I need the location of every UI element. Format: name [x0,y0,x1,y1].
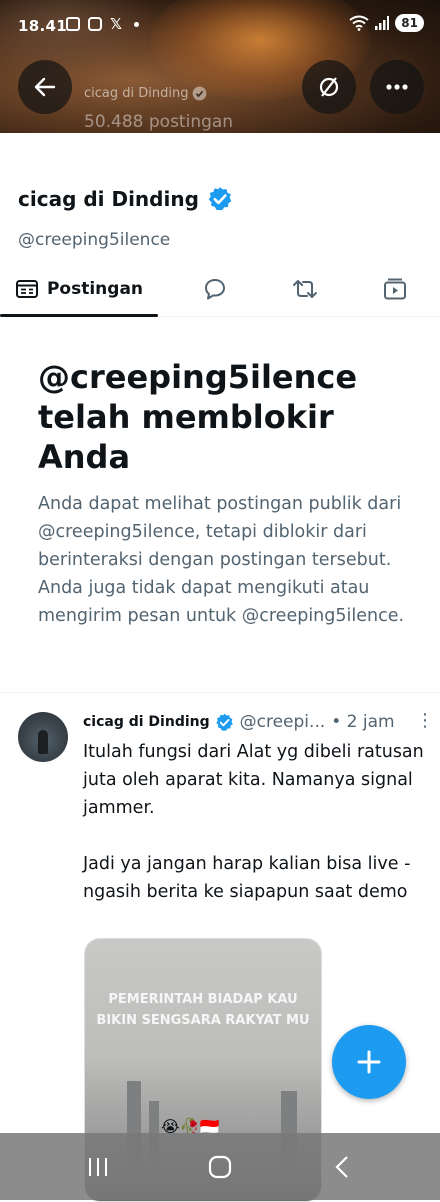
avatar-figure [38,730,48,754]
status-time: 18.41 [18,17,67,35]
tab-media[interactable] [376,262,414,316]
x-app-icon: 𝕏 [110,15,123,33]
recent-apps-button[interactable] [58,1133,138,1200]
tab-posts[interactable]: Postingan [0,262,158,317]
tweet-more-button[interactable]: ⋮ [416,710,434,731]
active-tab-indicator [0,314,158,317]
profile-handle: @creeping5ilence [18,230,171,250]
verified-badge-icon [208,187,232,211]
profile-name-text: cicag di Dinding [18,187,199,211]
notification-dot-icon [134,21,140,27]
verified-badge-icon [215,713,233,731]
profile-name: cicag di Dinding [18,186,233,212]
back-button[interactable] [18,60,72,114]
header-post-count: 50.488 postingan [84,112,234,132]
screenshot-icon [66,17,80,31]
system-nav-bar [0,1133,440,1200]
verified-badge-icon [193,86,207,101]
notifications-off-icon [319,77,339,97]
home-button[interactable] [180,1133,260,1200]
reply-icon [205,279,225,300]
more-horizontal-icon [386,84,408,90]
media-icon [384,278,406,300]
plus-icon [357,1050,381,1074]
battery-indicator: 81 [395,14,424,32]
notifications-off-button[interactable] [302,60,356,114]
tweet-author-name[interactable]: cicag di Dinding [83,714,210,730]
header-profile-name: cicag di Dinding [84,86,207,101]
blocked-description: Anda dapat melihat postingan publik dari… [38,494,405,626]
media-caption: PEMERINTAH BIADAP KAU BIKIN SENGSARA RAK… [96,992,310,1028]
status-notification-icons: 𝕏 [66,15,140,33]
tweet-author-handle[interactable]: @creepi... [240,712,326,732]
tweet-text: Itulah fungsi dari Alat yg dibeli ratusa… [83,742,424,902]
tab-reposts[interactable] [286,262,324,316]
blocked-title: @creeping5ilence telah memblokir Anda [38,358,358,476]
tab-posts-label: Postingan [46,279,144,299]
tweet-timestamp[interactable]: • 2 jam [331,712,394,732]
wifi-icon [349,15,369,31]
signal-icon [375,16,390,30]
recent-apps-icon [89,1157,107,1176]
arrow-left-icon [34,77,56,97]
repost-icon [293,280,317,298]
header-name-text: cicag di Dinding [84,86,189,101]
tweet-header: cicag di Dinding @creepi... • 2 jam ⋮ [83,710,434,732]
home-icon [208,1155,232,1178]
posts-icon [15,280,38,298]
divider [0,692,440,693]
compose-button[interactable] [332,1025,406,1099]
status-right: 81 [349,14,424,32]
avatar[interactable] [18,712,68,762]
profile-tabs: Postingan [0,262,440,317]
chevron-left-icon [335,1155,348,1178]
more-options-button[interactable] [370,60,424,114]
status-bar: 18.41 𝕏 81 [0,0,440,56]
tab-replies[interactable] [196,262,234,316]
instagram-icon [88,17,102,31]
system-back-button[interactable] [302,1133,382,1200]
